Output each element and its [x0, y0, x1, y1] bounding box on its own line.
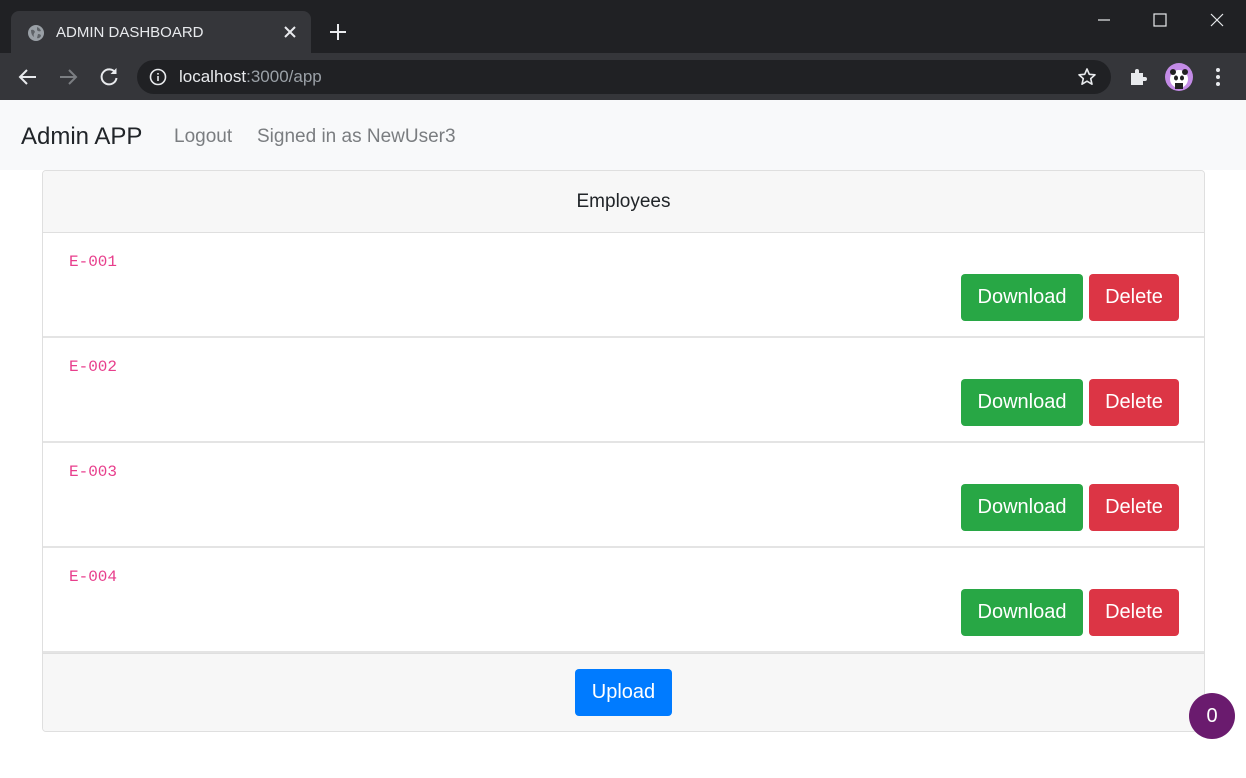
new-tab-icon[interactable] — [327, 21, 349, 43]
signed-in-text: Signed in as NewUser3 — [257, 126, 456, 147]
employee-row: E-001 Download Delete — [43, 233, 1204, 338]
close-tab-icon[interactable] — [281, 23, 299, 41]
app-navbar: Admin APP Logout Signed in as NewUser3 — [0, 100, 1246, 170]
forward-icon[interactable] — [56, 65, 80, 89]
url-host: localhost — [179, 67, 247, 86]
profile-avatar[interactable] — [1165, 63, 1193, 91]
delete-button[interactable]: Delete — [1089, 379, 1179, 426]
url-path: :3000/app — [246, 67, 322, 86]
employee-row: E-003 Download Delete — [43, 443, 1204, 548]
employee-id: E-002 — [69, 358, 118, 376]
employee-row: E-004 Download Delete — [43, 548, 1204, 653]
employee-id: E-003 — [69, 463, 118, 481]
download-button[interactable]: Download — [961, 484, 1083, 531]
browser-tab[interactable]: ADMIN DASHBOARD — [11, 11, 311, 53]
browser-titlebar: ADMIN DASHBOARD — [0, 0, 1246, 53]
download-button[interactable]: Download — [961, 379, 1083, 426]
employees-card: Employees E-001 Download Delete E-002 Do… — [42, 170, 1205, 732]
card-title: Employees — [576, 191, 671, 212]
address-bar[interactable]: localhost:3000/app — [137, 60, 1111, 94]
logout-link[interactable]: Logout — [174, 126, 232, 148]
download-button[interactable]: Download — [961, 274, 1083, 321]
minimize-icon[interactable] — [1092, 8, 1116, 32]
brand-title[interactable]: Admin APP — [21, 123, 142, 151]
close-window-icon[interactable] — [1205, 8, 1229, 32]
tab-title: ADMIN DASHBOARD — [56, 24, 204, 41]
more-menu-icon[interactable] — [1208, 65, 1228, 89]
panda-avatar-icon — [1170, 69, 1188, 89]
notification-count-badge[interactable]: 0 — [1189, 693, 1235, 739]
upload-button[interactable]: Upload — [575, 669, 672, 716]
maximize-icon[interactable] — [1148, 8, 1172, 32]
delete-button[interactable]: Delete — [1089, 484, 1179, 531]
bookmark-star-icon[interactable] — [1077, 67, 1097, 87]
reload-icon[interactable] — [97, 65, 121, 89]
globe-icon — [28, 25, 44, 41]
employee-id: E-004 — [69, 568, 118, 586]
info-icon[interactable] — [149, 68, 167, 86]
employee-row: E-002 Download Delete — [43, 338, 1204, 443]
back-icon[interactable] — [16, 65, 40, 89]
url-text[interactable]: localhost:3000/app — [179, 67, 322, 87]
browser-toolbar: localhost:3000/app — [0, 53, 1246, 100]
download-button[interactable]: Download — [961, 589, 1083, 636]
delete-button[interactable]: Delete — [1089, 274, 1179, 321]
extensions-puzzle-icon[interactable] — [1127, 66, 1149, 88]
card-header: Employees — [43, 171, 1204, 233]
card-footer: Upload — [43, 653, 1204, 731]
employee-id: E-001 — [69, 253, 118, 271]
delete-button[interactable]: Delete — [1089, 589, 1179, 636]
